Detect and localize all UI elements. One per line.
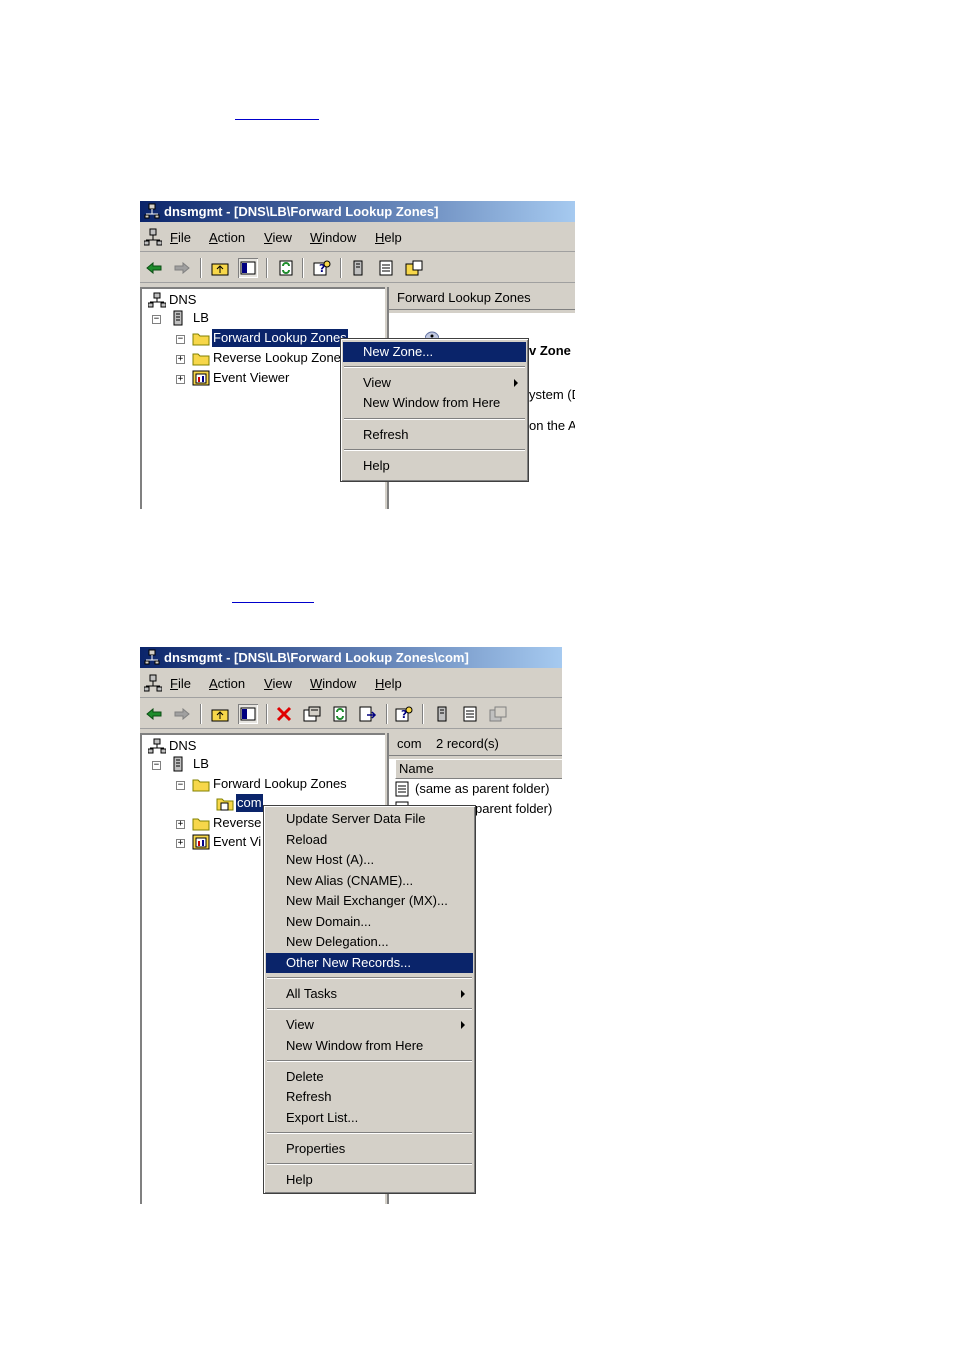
folder-icon xyxy=(192,815,210,836)
column-header-name[interactable]: Name xyxy=(395,759,562,779)
menu-bar: File Action View Window Help xyxy=(140,671,562,698)
expand-reverse-icon[interactable]: + xyxy=(176,355,185,364)
server-node-icon xyxy=(172,310,184,331)
menu-file[interactable]: File xyxy=(170,676,191,691)
menu-item-properties[interactable]: Properties xyxy=(266,1139,473,1159)
dns-console-icon xyxy=(143,228,163,249)
show-hide-tree-icon[interactable] xyxy=(238,258,258,278)
menu-item-update-server-data-file[interactable]: Update Server Data File xyxy=(266,809,473,829)
dns-node-icon xyxy=(147,738,167,759)
collapse-forward-icon[interactable]: − xyxy=(176,781,185,790)
server-icon[interactable] xyxy=(348,258,368,278)
refresh-icon[interactable] xyxy=(276,258,296,278)
forward-arrow-icon[interactable] xyxy=(172,258,192,278)
menu-item-view[interactable]: View xyxy=(343,373,526,393)
menu-action[interactable]: Action xyxy=(209,230,245,245)
document-list-icon[interactable] xyxy=(460,704,480,724)
folder-open-icon xyxy=(192,776,210,797)
menu-view[interactable]: View xyxy=(264,676,292,691)
menu-item-new-window[interactable]: New Window from Here xyxy=(266,1036,473,1056)
menu-item-new-window[interactable]: New Window from Here xyxy=(343,393,526,413)
title-bar: dnsmgmt - [DNS\LB\Forward Lookup Zones] xyxy=(140,201,575,222)
menu-item-new-zone[interactable]: New Zone... xyxy=(343,342,526,362)
details-fragment-zone: v Zone xyxy=(529,343,571,358)
collapse-forward-icon[interactable]: − xyxy=(176,335,185,344)
window-title: dnsmgmt - [DNS\LB\Forward Lookup Zones\c… xyxy=(164,650,469,665)
expand-event-viewer-icon[interactable]: + xyxy=(176,839,185,848)
menu-help[interactable]: Help xyxy=(375,230,402,245)
menu-view[interactable]: View xyxy=(264,230,292,245)
context-menu-forward-zones: New Zone... View New Window from Here Re… xyxy=(340,338,529,482)
menu-file[interactable]: File xyxy=(170,230,191,245)
menu-item-refresh[interactable]: Refresh xyxy=(343,425,526,445)
menu-item-all-tasks[interactable]: All Tasks xyxy=(266,984,473,1004)
delete-icon[interactable] xyxy=(274,704,294,724)
refresh-icon[interactable] xyxy=(330,704,350,724)
toolbar: ? xyxy=(140,700,562,729)
server-node-icon xyxy=(172,756,184,777)
menu-window[interactable]: Window xyxy=(310,230,356,245)
window-title: dnsmgmt - [DNS\LB\Forward Lookup Zones] xyxy=(164,204,439,219)
document-list-icon[interactable] xyxy=(376,258,396,278)
menu-item-new-domain[interactable]: New Domain... xyxy=(266,912,473,932)
properties-icon[interactable] xyxy=(302,704,322,724)
collapse-lb-icon[interactable]: − xyxy=(152,761,161,770)
dns-console-icon xyxy=(143,674,163,695)
details-header: Forward Lookup Zones xyxy=(389,287,575,310)
menu-item-new-alias[interactable]: New Alias (CNAME)... xyxy=(266,871,473,891)
show-hide-tree-icon[interactable] xyxy=(238,704,258,724)
help-icon[interactable]: ? xyxy=(394,704,414,724)
menu-item-reload[interactable]: Reload xyxy=(266,830,473,850)
back-arrow-icon[interactable] xyxy=(144,704,164,724)
details-fragment-on-the: on the A xyxy=(529,418,575,433)
submenu-arrow-icon xyxy=(461,1021,465,1029)
details-header: com 2 record(s) xyxy=(389,733,562,756)
new-zone-icon[interactable] xyxy=(404,258,424,278)
dns-app-icon xyxy=(144,203,160,225)
zone-folder-icon xyxy=(216,795,234,816)
up-folder-icon[interactable] xyxy=(210,258,230,278)
menu-item-help[interactable]: Help xyxy=(266,1170,473,1190)
document-link-2[interactable] xyxy=(232,602,314,603)
folder-icon xyxy=(192,350,210,371)
menu-bar: File Action View Window Help xyxy=(140,225,575,252)
menu-item-new-mail-exchanger[interactable]: New Mail Exchanger (MX)... xyxy=(266,891,473,911)
submenu-arrow-icon xyxy=(514,379,518,387)
title-bar: dnsmgmt - [DNS\LB\Forward Lookup Zones\c… xyxy=(140,647,562,668)
menu-item-delete[interactable]: Delete xyxy=(266,1067,473,1087)
copy-icon[interactable] xyxy=(488,704,508,724)
document-link-1[interactable] xyxy=(235,119,319,120)
menu-help[interactable]: Help xyxy=(375,676,402,691)
export-list-icon[interactable] xyxy=(358,704,378,724)
dns-app-icon xyxy=(144,649,160,671)
menu-action[interactable]: Action xyxy=(209,676,245,691)
details-fragment-system: ystem (D xyxy=(529,387,575,402)
toolbar: ? xyxy=(140,254,575,283)
up-folder-icon[interactable] xyxy=(210,704,230,724)
menu-window[interactable]: Window xyxy=(310,676,356,691)
event-viewer-icon xyxy=(192,834,210,855)
help-icon[interactable]: ? xyxy=(312,258,332,278)
expand-reverse-icon[interactable]: + xyxy=(176,820,185,829)
menu-item-new-host[interactable]: New Host (A)... xyxy=(266,850,473,870)
event-viewer-icon xyxy=(192,370,210,391)
context-menu-com-zone: Update Server Data File Reload New Host … xyxy=(263,805,476,1194)
menu-item-other-new-records[interactable]: Other New Records... xyxy=(266,953,473,973)
server-icon[interactable] xyxy=(432,704,452,724)
menu-item-view[interactable]: View xyxy=(266,1015,473,1035)
collapse-lb-icon[interactable]: − xyxy=(152,315,161,324)
back-arrow-icon[interactable] xyxy=(144,258,164,278)
submenu-arrow-icon xyxy=(461,990,465,998)
menu-item-help[interactable]: Help xyxy=(343,456,526,476)
expand-event-viewer-icon[interactable]: + xyxy=(176,375,185,384)
dns-node-icon xyxy=(147,292,167,313)
record-icon xyxy=(395,781,409,803)
menu-item-export-list[interactable]: Export List... xyxy=(266,1108,473,1128)
forward-arrow-icon[interactable] xyxy=(172,704,192,724)
folder-icon xyxy=(192,330,210,351)
menu-item-new-delegation[interactable]: New Delegation... xyxy=(266,932,473,952)
menu-item-refresh[interactable]: Refresh xyxy=(266,1087,473,1107)
